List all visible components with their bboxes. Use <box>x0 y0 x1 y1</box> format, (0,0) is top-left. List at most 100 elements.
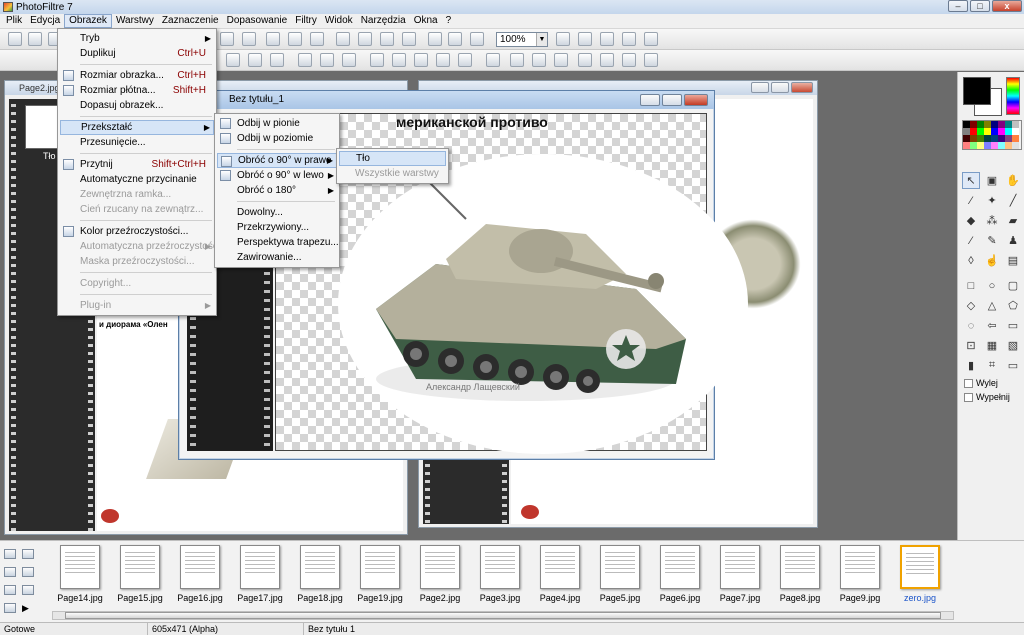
thumbnail[interactable]: Page15.jpg <box>110 543 170 609</box>
flip2-icon[interactable] <box>644 53 658 67</box>
thumbnail[interactable]: Page6.jpg <box>650 543 710 609</box>
bucket-icon[interactable]: ◆ <box>962 212 980 229</box>
flip-icon[interactable] <box>622 53 636 67</box>
maximize-button[interactable]: □ <box>970 0 990 12</box>
color-spectrum[interactable] <box>1006 77 1020 115</box>
rotate2-icon[interactable] <box>600 53 614 67</box>
tree3-icon[interactable] <box>4 567 16 577</box>
menu-obrazek[interactable]: Obrazek <box>64 14 112 28</box>
active-maximize-button[interactable] <box>662 94 682 106</box>
doc-minimize-button[interactable] <box>751 82 769 93</box>
menu-item-perspektywa[interactable]: Perspektywa trapezu... <box>217 235 339 250</box>
grid-icon[interactable] <box>298 53 312 67</box>
close-button[interactable]: x <box>992 0 1022 12</box>
align-icon[interactable] <box>370 53 384 67</box>
rotate-icon[interactable] <box>578 53 592 67</box>
adjust2-icon[interactable] <box>248 53 262 67</box>
thumbnail[interactable]: Page18.jpg <box>290 543 350 609</box>
menu-item-tryb[interactable]: Tryb ▶ <box>60 31 214 46</box>
thumbnail[interactable]: Page5.jpg <box>590 543 650 609</box>
star-icon[interactable] <box>448 32 462 46</box>
eraser-icon[interactable]: ▰ <box>1004 212 1022 229</box>
zoom-select[interactable]: 100% ▼ <box>496 32 548 47</box>
menu-filtry[interactable]: Filtry <box>291 14 321 28</box>
menu-item-zawirowanie[interactable]: Zawirowanie... <box>217 250 337 265</box>
menu-item-dowolny[interactable]: Dowolny... <box>217 205 337 220</box>
thumbnail[interactable]: Page8.jpg <box>770 543 830 609</box>
chevron-down-icon[interactable]: ▼ <box>536 33 547 46</box>
align2-icon[interactable] <box>392 53 406 67</box>
grid3-icon[interactable] <box>342 53 356 67</box>
align5-icon[interactable] <box>458 53 472 67</box>
polygon-icon[interactable]: ⬠ <box>1004 297 1022 314</box>
menu-dopasowanie[interactable]: Dopasowanie <box>223 14 292 28</box>
menu-item-przesuniecie[interactable]: Przesunięcie... <box>60 135 214 150</box>
screen-icon[interactable] <box>470 32 484 46</box>
align4-icon[interactable] <box>436 53 450 67</box>
menu-help[interactable]: ? <box>442 14 456 28</box>
image-size-icon[interactable] <box>220 32 234 46</box>
zoom-out-icon[interactable] <box>578 32 592 46</box>
menu-warstwy[interactable]: Warstwy <box>112 14 158 28</box>
tree-icon[interactable] <box>4 549 16 559</box>
fill-checkbox[interactable]: Wylej <box>964 378 998 388</box>
clone-icon[interactable]: ▤ <box>1004 252 1022 269</box>
line-icon[interactable]: ╱ <box>1004 192 1022 209</box>
thumbnail[interactable]: Page19.jpg <box>350 543 410 609</box>
tree2-icon[interactable] <box>22 549 34 559</box>
folder-icon[interactable]: ▭ <box>1004 317 1022 334</box>
menu-item-przytnij[interactable]: Przytnij Shift+Ctrl+H <box>60 157 214 172</box>
arrow-shape-icon[interactable]: ⇦ <box>983 317 1001 334</box>
thumbnail[interactable]: Page3.jpg <box>470 543 530 609</box>
spray-icon[interactable]: ⁂ <box>983 212 1001 229</box>
menu-item-odbij-poziom[interactable]: Odbij w poziomie <box>217 131 337 146</box>
triangle-icon[interactable]: △ <box>983 297 1001 314</box>
tree6-icon[interactable] <box>22 585 34 595</box>
eyedropper-icon[interactable]: ⁄ <box>962 192 980 209</box>
thumbnail-active[interactable]: zero.jpg <box>890 543 950 609</box>
lasso-icon[interactable]: ◌ <box>962 317 980 334</box>
menu-item-obroc-prawo[interactable]: Obróć o 90° w prawo ▶ <box>217 153 337 168</box>
menu-item-tlo[interactable]: Tło <box>339 151 446 166</box>
ratio32-icon[interactable]: ▧ <box>1004 337 1022 354</box>
new-icon[interactable] <box>8 32 22 46</box>
menu-item-odbij-pion[interactable]: Odbij w pionie <box>217 116 337 131</box>
thumbnail[interactable]: Page4.jpg <box>530 543 590 609</box>
plugin-icon[interactable] <box>428 32 442 46</box>
active-minimize-button[interactable] <box>640 94 660 106</box>
fill2-checkbox[interactable]: Wypełnij <box>964 392 1010 402</box>
menu-zaznaczenie[interactable]: Zaznaczenie <box>158 14 223 28</box>
menu-narzedzia[interactable]: Narzędzia <box>357 14 410 28</box>
align-v-icon[interactable]: ▮ <box>962 357 980 374</box>
rectangle-icon[interactable]: □ <box>962 277 980 294</box>
color-palette[interactable] <box>962 120 1022 150</box>
doc-maximize-button[interactable] <box>771 82 789 93</box>
grid2-icon[interactable] <box>320 53 334 67</box>
fullscreen-icon[interactable] <box>644 32 658 46</box>
ratio43-icon[interactable]: ▦ <box>983 337 1001 354</box>
menu-item-przeksztalc[interactable]: Przekształć ▶ <box>60 120 214 135</box>
effect-icon[interactable] <box>380 32 394 46</box>
blur-drop-icon[interactable]: ◊ <box>962 252 980 269</box>
active-close-button[interactable] <box>684 94 708 106</box>
align3-icon[interactable] <box>414 53 428 67</box>
menu-item-rozmiar-obrazka[interactable]: Rozmiar obrazka... Ctrl+H <box>60 68 214 83</box>
menu-okna[interactable]: Okna <box>410 14 442 28</box>
diamond-icon[interactable]: ◇ <box>962 297 980 314</box>
fit-selection-icon[interactable]: ⊡ <box>962 337 980 354</box>
menu-edycja[interactable]: Edycja <box>26 14 64 28</box>
menu-item-obroc-180[interactable]: Obróć o 180° ▶ <box>217 183 337 198</box>
align-h-icon[interactable]: ⌗ <box>983 357 1001 374</box>
mask-icon[interactable] <box>554 53 568 67</box>
scrollbar-thumb[interactable] <box>65 612 941 619</box>
tree4-icon[interactable] <box>22 567 34 577</box>
thumbnail[interactable]: Page14.jpg <box>50 543 110 609</box>
tree5-icon[interactable] <box>4 585 16 595</box>
thumbnail-scrollbar[interactable] <box>52 611 954 620</box>
canvas-icon[interactable] <box>242 32 256 46</box>
crop-icon[interactable] <box>310 32 324 46</box>
ellipse-icon[interactable]: ○ <box>983 277 1001 294</box>
foreground-color-swatch[interactable] <box>963 77 991 105</box>
stamp-icon[interactable]: ♟ <box>1004 232 1022 249</box>
hand-icon[interactable]: ✋ <box>1004 172 1022 189</box>
